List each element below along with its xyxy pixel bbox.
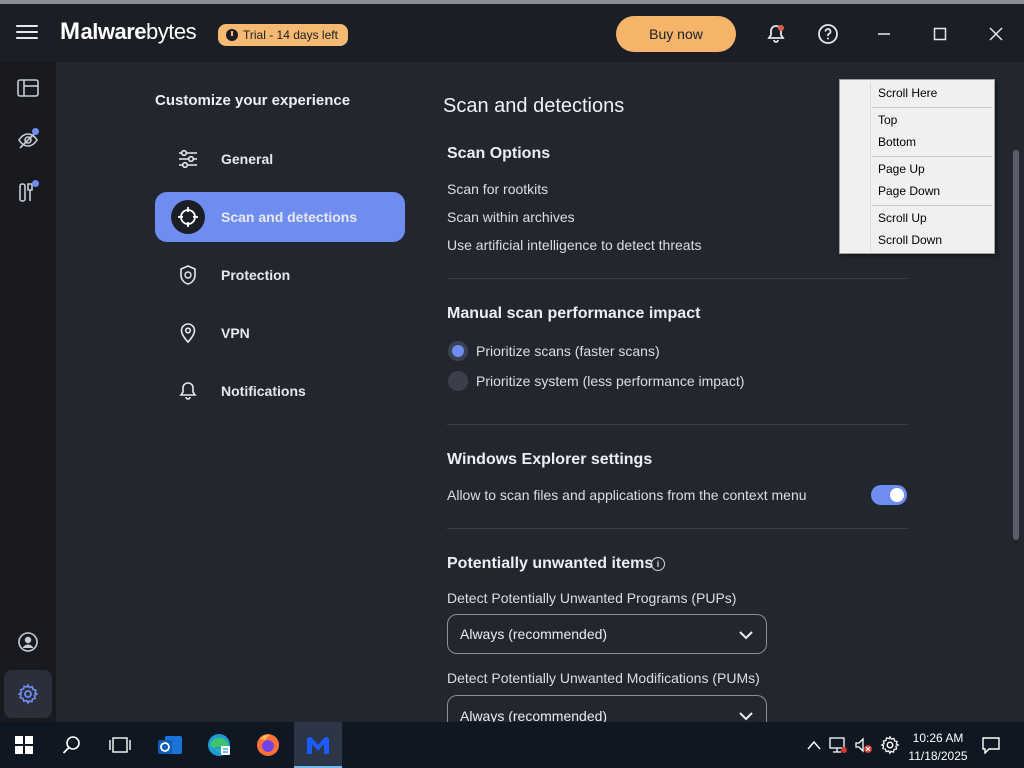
outlook-icon[interactable]	[155, 730, 185, 760]
pup-dropdown[interactable]: Always (recommended)	[447, 614, 767, 654]
scroll-context-menu: Scroll Here Top Bottom Page Up Page Down…	[839, 79, 995, 254]
scan-option-archives: Scan within archives	[447, 209, 575, 225]
notification-dot	[32, 128, 39, 135]
chevron-up-icon[interactable]	[803, 730, 825, 760]
menu-separator	[872, 205, 992, 206]
bell-icon	[171, 374, 205, 408]
nav-item-notifications[interactable]: Notifications	[155, 366, 405, 416]
menu-item-page-down[interactable]: Page Down	[878, 184, 940, 198]
tools-icon[interactable]	[16, 180, 40, 204]
settings-nav-title: Customize your experience	[155, 92, 351, 109]
pum-dropdown[interactable]: Always (recommended)	[447, 695, 767, 724]
radio-prioritize-scans[interactable]	[448, 341, 468, 361]
radio-label-prioritize-system: Prioritize system (less performance impa…	[476, 373, 745, 389]
settings-gear-icon[interactable]	[16, 682, 40, 706]
taskbar-date[interactable]: 11/18/2025	[905, 749, 971, 763]
radio-label-prioritize-scans: Prioritize scans (faster scans)	[476, 343, 660, 359]
performance-heading: Manual scan performance impact	[447, 305, 701, 322]
scrollbar-thumb[interactable]	[1013, 150, 1019, 540]
menu-item-top[interactable]: Top	[878, 113, 897, 127]
task-view-icon[interactable]	[105, 730, 135, 760]
menu-item-bottom[interactable]: Bottom	[878, 135, 916, 149]
pup-label: Detect Potentially Unwanted Programs (PU…	[447, 590, 737, 606]
pup-heading: Potentially unwanted items	[447, 555, 654, 572]
crosshair-icon	[171, 200, 205, 234]
scan-option-ai: Use artificial intelligence to detect th…	[447, 237, 702, 253]
minimize-icon[interactable]	[872, 22, 896, 46]
page-title: Scan and detections	[443, 95, 625, 117]
nav-item-scan-and-detections[interactable]: Scan and detections	[155, 192, 405, 242]
menu-item-scroll-down[interactable]: Scroll Down	[878, 233, 942, 247]
settings-tray-icon[interactable]	[878, 730, 902, 760]
sliders-icon	[171, 142, 205, 176]
account-icon[interactable]	[16, 630, 40, 654]
nav-item-general[interactable]: General	[155, 134, 405, 184]
section-divider	[447, 424, 907, 425]
menu-separator	[872, 156, 992, 157]
network-icon[interactable]	[827, 730, 849, 760]
scan-options-heading: Scan Options	[447, 145, 551, 162]
buy-now-button[interactable]: Buy now	[616, 16, 736, 52]
close-icon[interactable]	[984, 22, 1008, 46]
trial-badge[interactable]: Trial - 14 days left	[218, 24, 348, 46]
windows-taskbar	[0, 722, 1024, 768]
menu-separator	[872, 107, 992, 108]
nav-item-vpn[interactable]: VPN	[155, 308, 405, 358]
taskbar-time[interactable]: 10:26 AM	[905, 731, 971, 745]
dashboard-icon[interactable]	[16, 76, 40, 100]
explorer-context-menu-label: Allow to scan files and applications fro…	[447, 487, 807, 503]
shield-icon	[171, 258, 205, 292]
menu-icon[interactable]	[16, 22, 38, 42]
section-divider	[447, 528, 907, 529]
maximize-icon[interactable]	[928, 22, 952, 46]
action-center-icon[interactable]	[979, 730, 1003, 760]
location-pin-icon	[171, 316, 205, 350]
pum-label: Detect Potentially Unwanted Modification…	[447, 670, 760, 686]
windows-start-icon[interactable]	[9, 730, 39, 760]
app-header: Malware bytes Trial - 14 days left Buy no…	[0, 4, 1024, 62]
radio-prioritize-system[interactable]	[448, 371, 468, 391]
scan-option-rootkits: Scan for rootkits	[447, 181, 549, 197]
menu-item-page-up[interactable]: Page Up	[878, 162, 925, 176]
help-icon[interactable]	[816, 22, 840, 46]
left-rail	[0, 62, 56, 722]
notification-dot	[32, 180, 39, 187]
search-icon[interactable]	[57, 730, 87, 760]
malwarebytes-taskbar-icon[interactable]	[303, 730, 333, 760]
explorer-heading: Windows Explorer settings	[447, 451, 653, 468]
section-divider	[447, 278, 907, 279]
menu-item-scroll-here[interactable]: Scroll Here	[878, 86, 937, 100]
bell-icon[interactable]	[764, 22, 788, 46]
nav-item-protection[interactable]: Protection	[155, 250, 405, 300]
firefox-icon[interactable]	[253, 730, 283, 760]
malwarebytes-logo: Malware bytes	[60, 18, 197, 45]
chevron-down-icon	[739, 631, 753, 640]
clock-icon	[226, 29, 238, 41]
volume-muted-icon[interactable]	[853, 730, 875, 760]
edge-icon[interactable]	[204, 730, 234, 760]
menu-item-scroll-up[interactable]: Scroll Up	[878, 211, 927, 225]
context-menu-scan-toggle[interactable]	[871, 485, 907, 505]
detection-history-icon[interactable]	[16, 128, 40, 152]
info-icon[interactable]: i	[651, 557, 665, 571]
